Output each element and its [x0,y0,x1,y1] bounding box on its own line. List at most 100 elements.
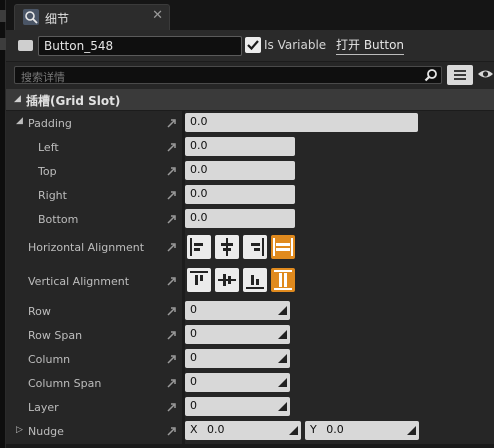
row-span-value: 0 [190,327,197,340]
is-variable-checkbox[interactable] [245,37,261,53]
align-bottom-button[interactable] [243,268,267,292]
category-title: 插槽(Grid Slot) [26,94,121,108]
padding-right-row: Right 0.0 [6,183,494,207]
padding-left-label: Left [38,141,59,154]
column-spinbox[interactable]: 0 [185,349,290,368]
padding-right-input[interactable]: 0.0 [185,185,295,204]
layer-spinbox[interactable]: 0 [185,397,290,416]
reset-arrow-icon[interactable] [166,141,178,153]
widget-name-input[interactable]: Button_548 [38,36,242,56]
widget-icon [18,40,33,51]
expand-arrow-icon[interactable]: ◢ [16,116,23,126]
details-tab[interactable]: 细节 ✕ [14,4,170,30]
reset-arrow-icon[interactable] [166,213,178,225]
row-label: Row [28,305,51,318]
reset-arrow-icon[interactable] [166,117,178,129]
nudge-x-value: 0.0 [207,423,225,436]
reset-arrow-icon[interactable] [166,329,178,341]
close-icon[interactable]: ✕ [152,8,163,23]
eye-icon[interactable] [477,67,494,84]
collapse-arrow-icon[interactable]: ◢ [14,94,21,104]
row-spinbox[interactable]: 0 [185,301,290,320]
padding-top-row: Top 0.0 [6,159,494,183]
padding-bottom-input[interactable]: 0.0 [185,209,295,228]
tab-title: 细节 [45,12,70,26]
details-panel: Button_548 Is Variable 打开 Button 搜索详情 ◢ … [6,30,494,448]
open-button-link[interactable]: 打开 Button [336,36,405,55]
align-right-button[interactable] [243,235,267,259]
row-value: 0 [190,303,197,316]
fill-vertical-button[interactable] [271,268,295,292]
padding-right-label: Right [38,189,67,202]
tab-bar: 细节 ✕ [6,0,494,32]
reset-arrow-icon[interactable] [166,165,178,177]
align-top-button[interactable] [187,268,211,292]
drag-corner-icon[interactable] [278,329,287,339]
column-span-value: 0 [190,375,197,388]
layer-value: 0 [190,399,197,412]
reset-arrow-icon[interactable] [166,425,178,437]
horizontal-alignment-row: Horizontal Alignment [6,231,494,263]
row-row: Row 0 [6,299,494,323]
row-span-row: Row Span 0 [6,323,494,347]
search-placeholder: 搜索详情 [21,71,65,84]
nudge-x-spinbox[interactable]: X 0.0 [185,421,301,440]
align-left-button[interactable] [187,235,211,259]
drag-corner-icon[interactable] [278,401,287,411]
list-view-icon[interactable] [447,65,473,85]
padding-bottom-label: Bottom [38,213,79,226]
nudge-y-label: Y [310,423,317,436]
vertical-alignment-row: Vertical Alignment [6,265,494,297]
nudge-x-label: X [190,423,198,436]
padding-top-input[interactable]: 0.0 [185,161,295,180]
padding-row: ◢ Padding 0.0 [6,111,494,135]
expand-arrow-icon[interactable]: ▷ [16,425,23,435]
nudge-y-value: 0.0 [326,423,344,436]
reset-arrow-icon[interactable] [166,189,178,201]
search-input[interactable]: 搜索详情 [14,66,442,84]
magnifier-icon [23,9,39,25]
layer-row: Layer 0 [6,395,494,419]
padding-label: Padding [28,117,72,130]
layer-label: Layer [28,401,59,414]
reset-arrow-icon[interactable] [166,241,178,253]
nudge-row: ▷ Nudge X 0.0 Y 0.0 [6,419,494,443]
drag-corner-icon[interactable] [278,305,287,315]
align-vcenter-button[interactable] [215,268,239,292]
is-variable-label: Is Variable [264,38,327,52]
column-label: Column [28,353,71,366]
nudge-y-spinbox[interactable]: Y 0.0 [305,421,419,440]
padding-input[interactable]: 0.0 [185,113,418,132]
row-span-spinbox[interactable]: 0 [185,325,290,344]
drag-corner-icon[interactable] [278,353,287,363]
reset-arrow-icon[interactable] [166,275,178,287]
align-center-button[interactable] [215,235,239,259]
search-row: 搜索详情 [6,62,494,88]
column-value: 0 [190,351,197,364]
reset-arrow-icon[interactable] [166,401,178,413]
drag-corner-icon[interactable] [407,425,416,435]
vertical-alignment-label: Vertical Alignment [28,275,130,288]
horizontal-alignment-label: Horizontal Alignment [28,241,145,254]
property-rows: ◢ Padding 0.0 Left 0.0 Top 0.0 Right 0.0… [6,111,494,448]
widget-header: Button_548 Is Variable 打开 Button [6,30,494,62]
padding-top-label: Top [38,165,57,178]
grid-slot-category[interactable]: ◢ 插槽(Grid Slot) [6,89,494,111]
reset-arrow-icon[interactable] [166,377,178,389]
column-span-spinbox[interactable]: 0 [185,373,290,392]
column-row: Column 0 [6,347,494,371]
reset-arrow-icon[interactable] [166,305,178,317]
fill-horizontal-button[interactable] [271,235,295,259]
padding-left-row: Left 0.0 [6,135,494,159]
column-span-label: Column Span [28,377,102,390]
drag-corner-icon[interactable] [289,425,298,435]
padding-bottom-row: Bottom 0.0 [6,207,494,231]
nudge-label: Nudge [28,425,64,438]
drag-corner-icon[interactable] [278,377,287,387]
search-icon [424,68,438,85]
reset-arrow-icon[interactable] [166,353,178,365]
padding-left-input[interactable]: 0.0 [185,137,295,156]
column-span-row: Column Span 0 [6,371,494,395]
row-span-label: Row Span [28,329,83,342]
bottom-edge [6,444,494,448]
